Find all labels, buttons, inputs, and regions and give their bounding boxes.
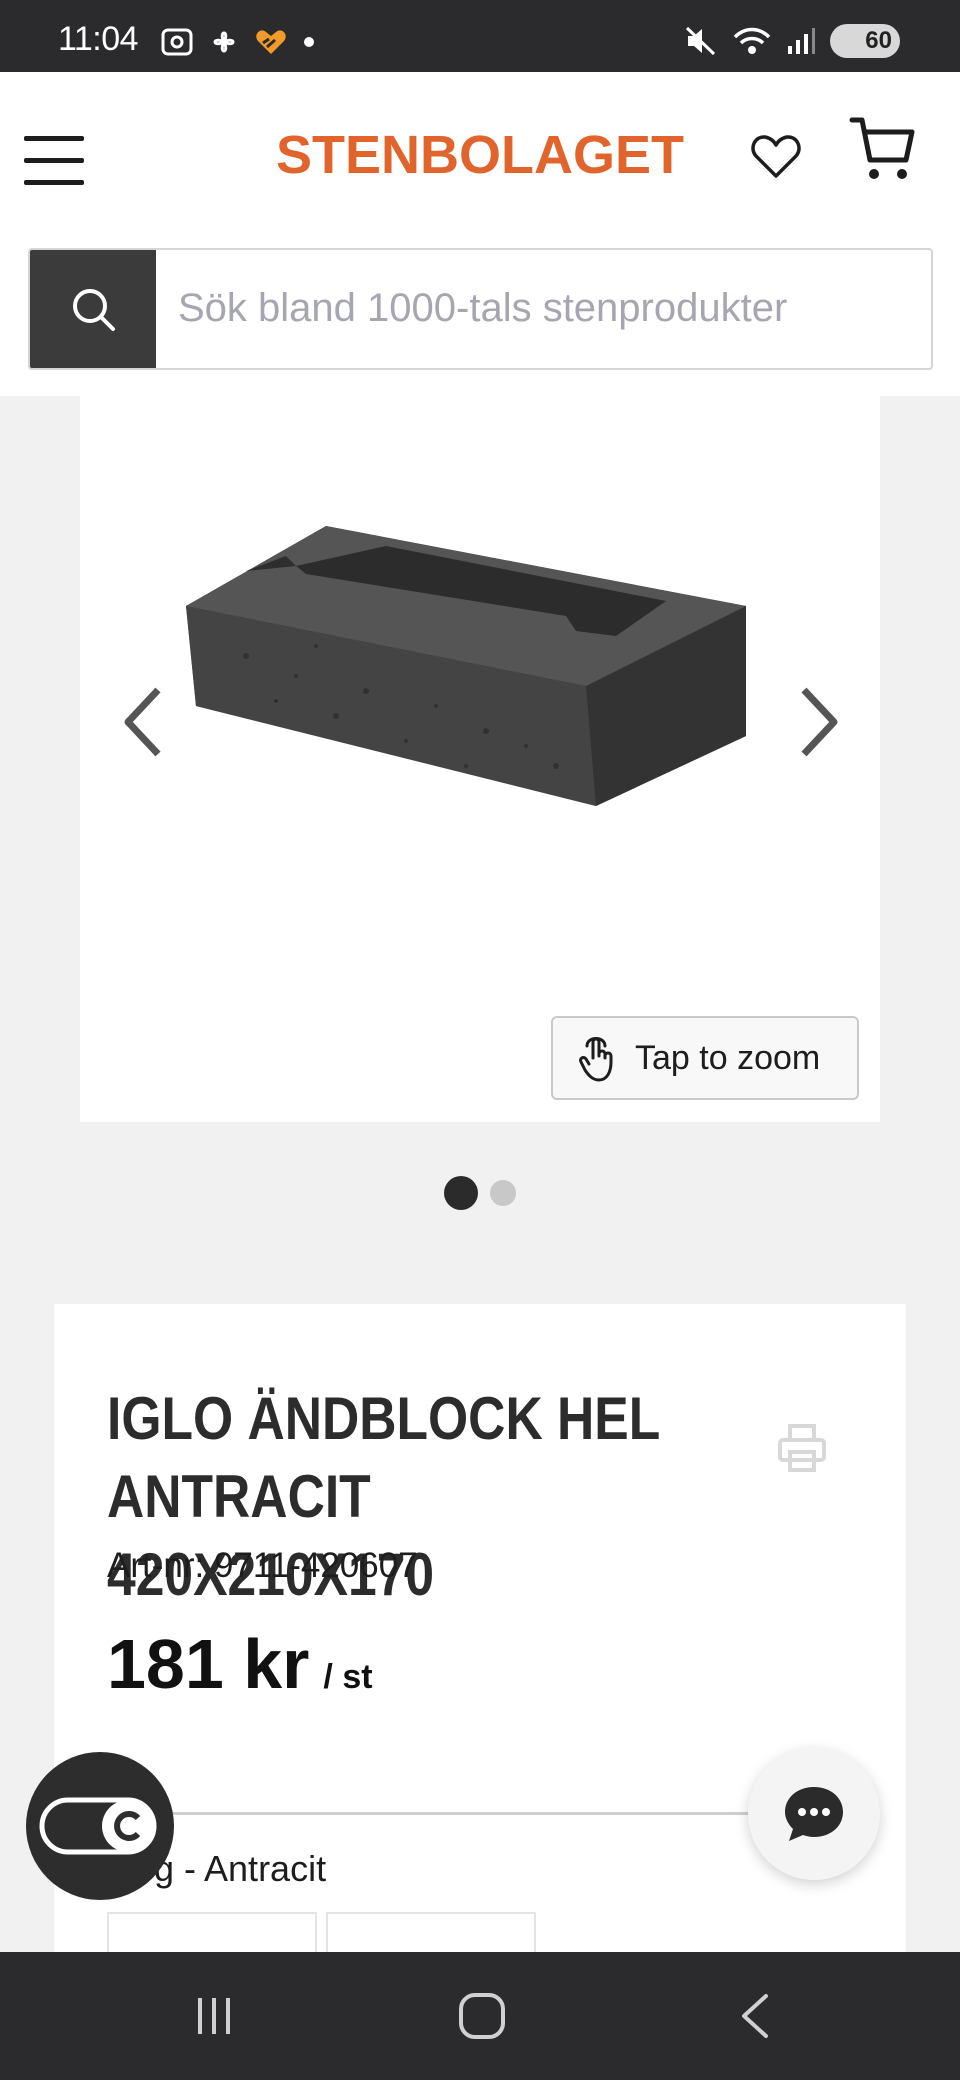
site-header: STENBOLAGET Sök bland 1000-tals stenprod…	[0, 72, 960, 396]
print-icon[interactable]	[776, 1422, 828, 1474]
status-time: 11:04	[58, 20, 139, 58]
variant-label: g - Antracit	[154, 1848, 327, 1889]
gallery-dot-1[interactable]	[444, 1176, 478, 1210]
system-nav-bar	[0, 1952, 960, 2080]
product-card: IGLO ÄNDBLOCK HEL ANTRACIT 420X210X170 A…	[54, 1304, 906, 2004]
app-heart-icon	[256, 30, 286, 54]
battery-icon: 60	[830, 24, 900, 58]
status-icons-right: 60	[684, 24, 900, 58]
chevron-left-icon[interactable]	[116, 682, 172, 762]
chat-button[interactable]	[748, 1748, 880, 1880]
search-icon	[73, 289, 115, 331]
menu-button[interactable]	[24, 136, 86, 186]
dot-icon	[304, 37, 314, 47]
status-bar: 11:04 60	[0, 0, 960, 72]
tap-to-zoom-button[interactable]: Tap to zoom	[551, 1016, 859, 1100]
article-number: Art-nr: 9711-420607	[107, 1546, 418, 1585]
cookie-toggle-icon	[39, 1797, 157, 1855]
cookie-settings-button[interactable]	[26, 1752, 174, 1900]
search-input[interactable]: Sök bland 1000-tals stenprodukter	[178, 286, 787, 331]
search-bar[interactable]: Sök bland 1000-tals stenprodukter	[28, 248, 933, 370]
gallery-dots	[0, 1176, 960, 1210]
mute-icon	[685, 26, 716, 56]
product-gallery: Tap to zoom	[80, 396, 880, 1122]
gallery-dot-2[interactable]	[490, 1180, 516, 1206]
fan-icon	[213, 31, 235, 53]
recent-apps-button[interactable]	[182, 1986, 246, 2046]
zoom-label: Tap to zoom	[635, 1038, 821, 1077]
chat-icon	[785, 1787, 843, 1841]
screenshot-icon	[161, 28, 193, 56]
search-button[interactable]	[30, 250, 156, 368]
back-button[interactable]	[722, 1986, 786, 2046]
wifi-icon	[733, 27, 771, 54]
battery-level: 60	[865, 27, 892, 54]
signal-icon	[788, 28, 815, 54]
price: 181 kr / st	[107, 1624, 373, 1704]
home-button[interactable]	[450, 1986, 514, 2046]
cart-icon[interactable]	[848, 112, 916, 184]
product-image[interactable]	[186, 516, 766, 816]
divider	[154, 1812, 804, 1815]
chevron-right-icon[interactable]	[790, 682, 846, 762]
hand-tap-icon	[579, 1037, 613, 1082]
logo[interactable]: STENBOLAGET	[276, 124, 684, 186]
price-unit: / st	[323, 1658, 373, 1696]
back-icon	[742, 1994, 768, 2038]
price-value: 181 kr	[107, 1625, 310, 1703]
status-icons-left	[160, 26, 316, 58]
heart-icon[interactable]	[748, 128, 804, 184]
home-icon	[459, 1993, 505, 2039]
recent-apps-icon	[198, 1998, 230, 2034]
